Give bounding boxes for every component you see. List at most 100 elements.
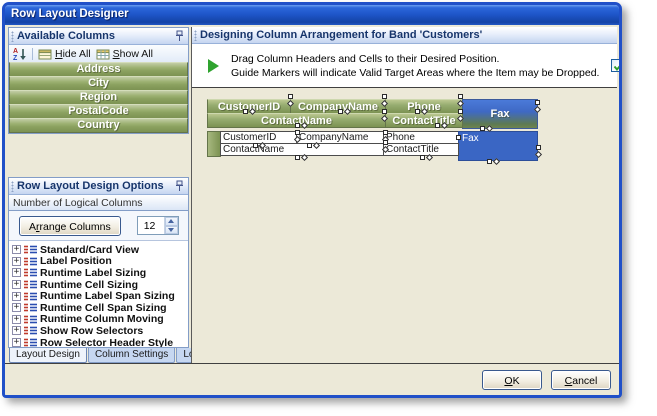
- tree-item-label-position[interactable]: +Label Position: [12, 256, 188, 268]
- left-panel-gap: [8, 134, 189, 177]
- left-column: Available Columns AZ Hide All: [8, 27, 189, 363]
- tree-item-runtime-cell-span-sizing[interactable]: +Runtime Cell Span Sizing: [12, 302, 188, 314]
- tree-item-runtime-column-moving[interactable]: +Runtime Column Moving: [12, 314, 188, 326]
- option-list-icon: [24, 315, 37, 324]
- option-list-icon: [24, 268, 37, 277]
- show-all-icon: [96, 48, 110, 60]
- resize-handle-square[interactable]: [487, 159, 492, 164]
- logical-columns-controls: Arrange Columns 12: [9, 211, 188, 241]
- available-columns-toolbar: AZ Hide All Show All: [9, 45, 188, 63]
- option-list-icon: [24, 292, 37, 301]
- resize-handle-square[interactable]: [383, 130, 388, 135]
- pin-icon[interactable]: [175, 180, 184, 192]
- spinner-down-button[interactable]: [165, 226, 178, 235]
- option-list-icon: [24, 257, 37, 266]
- available-column-country[interactable]: Country: [9, 118, 188, 133]
- expand-plus-icon[interactable]: +: [12, 280, 21, 289]
- tree-item-standard-card-view[interactable]: +Standard/Card View: [12, 244, 188, 256]
- show-resizing-guides-checkbox[interactable]: [611, 59, 622, 72]
- option-list-icon: [24, 338, 37, 347]
- resize-handle-square[interactable]: [307, 143, 312, 148]
- expand-plus-icon[interactable]: +: [12, 338, 21, 347]
- resize-handle-square[interactable]: [536, 145, 541, 150]
- row-selector-strip: [207, 131, 221, 157]
- logical-columns-value[interactable]: 12: [138, 217, 164, 234]
- logical-columns-group-header: Number of Logical Columns: [9, 195, 188, 211]
- expand-plus-icon[interactable]: +: [12, 292, 21, 301]
- expand-plus-icon[interactable]: +: [12, 326, 21, 335]
- panel-grip-icon[interactable]: [11, 181, 14, 192]
- expand-plus-icon[interactable]: +: [12, 257, 21, 266]
- cancel-button[interactable]: Cancel: [551, 370, 611, 390]
- available-column-city[interactable]: City: [9, 76, 188, 91]
- row-layout-designer-window: Row Layout Designer Available Columns AZ: [2, 2, 622, 398]
- option-list-icon: [24, 326, 37, 335]
- resize-handle-square[interactable]: [480, 126, 485, 131]
- panel-grip-icon[interactable]: [11, 31, 14, 42]
- available-columns-panel: Available Columns AZ Hide All: [8, 27, 189, 134]
- play-triangle-icon: [208, 59, 219, 73]
- expand-plus-icon[interactable]: +: [12, 245, 21, 254]
- hide-all-icon: [38, 48, 52, 60]
- tree-item-runtime-label-span-sizing[interactable]: +Runtime Label Span Sizing: [12, 290, 188, 302]
- instructions-text: Drag Column Headers and Cells to their D…: [231, 52, 599, 80]
- resize-handle-square[interactable]: [458, 109, 463, 114]
- expand-plus-icon[interactable]: +: [12, 315, 21, 324]
- available-columns-title: Available Columns: [17, 30, 175, 42]
- show-all-button[interactable]: Show All: [96, 48, 153, 60]
- resize-handle-square[interactable]: [458, 94, 463, 99]
- design-options-title: Row Layout Design Options: [17, 180, 175, 192]
- resize-handle-square[interactable]: [383, 140, 388, 145]
- resize-handle-square[interactable]: [295, 123, 300, 128]
- main-area: Available Columns AZ Hide All: [5, 25, 619, 363]
- design-options-header: Row Layout Design Options: [9, 178, 188, 195]
- tab-layout-design[interactable]: Layout Design: [9, 348, 87, 363]
- window-title: Row Layout Designer: [11, 8, 129, 20]
- panel-grip-icon: [194, 30, 197, 41]
- available-column-region[interactable]: Region: [9, 90, 188, 105]
- resize-handle-square[interactable]: [382, 94, 387, 99]
- resize-handle-square[interactable]: [420, 155, 425, 160]
- resize-handle-square[interactable]: [253, 143, 258, 148]
- resize-handle-square[interactable]: [535, 100, 540, 105]
- available-column-postalcode[interactable]: PostalCode: [9, 104, 188, 119]
- hide-all-button[interactable]: Hide All: [38, 48, 91, 60]
- expand-plus-icon[interactable]: +: [12, 268, 21, 277]
- available-column-address[interactable]: Address: [9, 62, 188, 77]
- column-header-fax[interactable]: Fax: [462, 99, 538, 129]
- right-column: Designing Column Arrangement for Band 'C…: [191, 27, 617, 363]
- cell-contactname[interactable]: ContactName: [220, 143, 384, 156]
- window-titlebar: Row Layout Designer: [5, 5, 619, 25]
- show-resizing-guides-group: Show Resizing Guides: [611, 59, 622, 72]
- tree-item-runtime-cell-sizing[interactable]: +Runtime Cell Sizing: [12, 279, 188, 291]
- resize-handle-square[interactable]: [435, 123, 440, 128]
- option-list-icon: [24, 280, 37, 289]
- resize-handle-square[interactable]: [415, 109, 420, 114]
- cell-fax[interactable]: Fax: [458, 131, 538, 161]
- resize-handle-square[interactable]: [456, 135, 461, 140]
- design-options-panel: Row Layout Design Options Number of Logi…: [8, 177, 189, 348]
- resize-handle-square[interactable]: [382, 109, 387, 114]
- tree-item-show-row-selectors[interactable]: +Show Row Selectors: [12, 325, 188, 337]
- tab-column-settings[interactable]: Column Settings: [88, 348, 175, 363]
- instructions-bar: Drag Column Headers and Cells to their D…: [192, 44, 617, 88]
- logical-columns-spinner[interactable]: 12: [137, 216, 179, 235]
- resize-handle-square[interactable]: [288, 94, 293, 99]
- designer-panel-header: Designing Column Arrangement for Band 'C…: [192, 27, 617, 44]
- resize-handle-square[interactable]: [295, 130, 300, 135]
- ok-button[interactable]: OK: [482, 370, 542, 390]
- toolbar-separator: [32, 48, 33, 60]
- tree-item-row-selector-header-style[interactable]: +Row Selector Header Style: [12, 337, 188, 347]
- designer-canvas: CustomerID CompanyName Phone Fax Contact…: [192, 88, 617, 363]
- bottom-tab-strip: Layout Design Column Settings Load/Save: [8, 348, 189, 363]
- resize-handle-square[interactable]: [243, 109, 248, 114]
- resize-handle-square[interactable]: [295, 155, 300, 160]
- tree-item-runtime-label-sizing[interactable]: +Runtime Label Sizing: [12, 267, 188, 279]
- sort-az-button[interactable]: AZ: [13, 47, 27, 61]
- resize-handle-square[interactable]: [338, 109, 343, 114]
- pin-icon[interactable]: [175, 30, 184, 42]
- spinner-up-button[interactable]: [165, 217, 178, 226]
- expand-plus-icon[interactable]: +: [12, 303, 21, 312]
- designer-panel-title: Designing Column Arrangement for Band 'C…: [200, 29, 613, 41]
- arrange-columns-button[interactable]: Arrange Columns: [19, 216, 121, 236]
